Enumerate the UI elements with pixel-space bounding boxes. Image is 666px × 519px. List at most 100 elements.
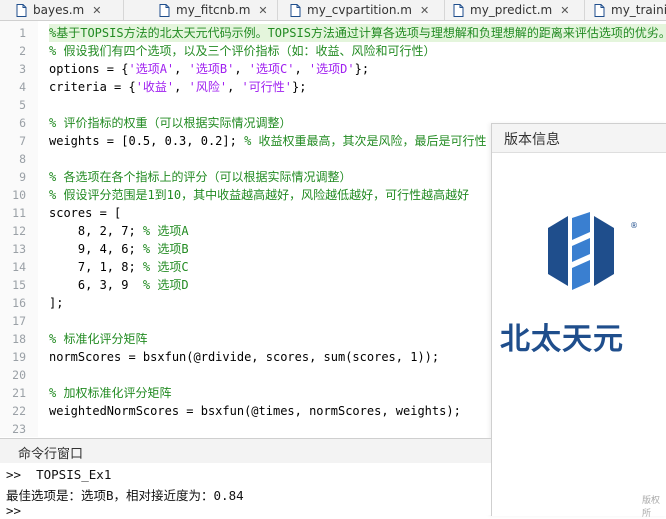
line-number: 15 <box>12 278 26 292</box>
copyright-text: 版权所 <box>642 496 661 519</box>
code-token: , <box>174 62 189 76</box>
code-comment: % 选项D <box>142 278 189 292</box>
tab-my-predict[interactable]: my_predict.m ✕ <box>447 0 585 20</box>
code-line[interactable]: 1 %基于TOPSIS方法的北太天元代码示例。TOPSIS方法通过计算各选项与理想… <box>0 24 666 42</box>
code-token: }; <box>291 80 307 94</box>
line-number: 5 <box>19 98 26 112</box>
code-token: scores = [ <box>49 206 122 220</box>
code-text: 6, 3, 9 % 选项D <box>49 276 189 294</box>
code-text: % 加权标准化评分矩阵 <box>49 384 171 402</box>
line-number: 13 <box>12 242 26 256</box>
code-text: % 各选项在各个指标上的评分（可以根据实际情况调整） <box>49 168 351 186</box>
tab-my-fitcnb[interactable]: my_fitcnb.m ✕ <box>153 0 278 20</box>
tab-label: bayes.m <box>33 3 85 17</box>
editor-tab-bar: bayes.m ✕ my_fitcnb.m ✕ my_cvpartition.m… <box>0 0 666 21</box>
line-number: 7 <box>19 134 26 148</box>
code-token: 8, 2, 7; <box>49 224 143 238</box>
code-token: weights = [0.5, 0.3, 0.2]; <box>49 134 245 148</box>
command-window[interactable]: >> TOPSIS_Ex1 最佳选项是：选项B，相对接近度为：0.84 >> <box>0 463 491 518</box>
close-icon[interactable]: ✕ <box>420 4 429 17</box>
code-comment: % 各选项在各个指标上的评分（可以根据实际情况调整） <box>49 170 352 184</box>
baltamatica-logo-icon <box>548 212 614 290</box>
close-icon[interactable]: ✕ <box>92 4 101 17</box>
code-line[interactable]: 4 criteria = {'收益', '风险', '可行性'}; <box>0 78 666 96</box>
code-token: }; <box>354 62 370 76</box>
tab-my-cvpartition[interactable]: my_cvpartition.m ✕ <box>284 0 445 20</box>
command-window-header: 命令行窗口 <box>0 438 491 464</box>
code-text: % 假设评分范围是1到10，其中收益越高越好，风险越低越好，可行性越高越好 <box>49 186 469 204</box>
code-comment: % 收益权重最高，其次是风险，最后是可行性 <box>244 134 487 148</box>
code-comment: % 标准化评分矩阵 <box>49 332 148 346</box>
code-string: '选项C' <box>248 62 295 76</box>
code-text: normScores = bsxfun(@rdivide, scores, su… <box>49 348 439 366</box>
code-line[interactable]: 3 options = {'选项A', '选项B', '选项C', '选项D'}; <box>0 60 666 78</box>
line-number: 20 <box>12 368 26 382</box>
file-icon <box>453 3 464 17</box>
tab-label: my_traini <box>611 3 666 17</box>
version-info-header: 版本信息 <box>492 124 666 153</box>
version-info-title: 版本信息 <box>504 132 560 148</box>
close-icon[interactable]: ✕ <box>258 4 267 17</box>
code-comment: % 选项B <box>142 242 189 256</box>
line-number: 23 <box>12 422 26 436</box>
code-token: , <box>227 80 242 94</box>
command-window-title: 命令行窗口 <box>18 447 84 462</box>
line-number: 21 <box>12 386 26 400</box>
code-token: ]; <box>49 296 64 310</box>
code-token: 9, 4, 6; <box>49 242 143 256</box>
code-comment: % 选项C <box>142 260 189 274</box>
code-comment: % 加权标准化评分矩阵 <box>49 386 172 400</box>
file-icon <box>159 3 170 17</box>
line-number: 3 <box>19 62 26 76</box>
close-icon[interactable]: ✕ <box>560 4 569 17</box>
code-token: , <box>234 62 249 76</box>
code-comment: % 假设我们有四个选项，以及三个评价指标（如：收益、风险和可行性） <box>49 44 436 58</box>
code-line[interactable]: 5 <box>0 96 666 114</box>
line-number: 10 <box>12 188 26 202</box>
brand-name: 北太天元 <box>500 322 624 357</box>
tab-my-train[interactable]: my_traini <box>588 0 666 20</box>
line-number: 14 <box>12 260 26 274</box>
code-string: '风险' <box>188 80 228 94</box>
code-text: %基于TOPSIS方法的北太天元代码示例。TOPSIS方法通过计算各选项与理想解… <box>49 24 666 42</box>
version-info-panel: 版本信息 ® 北太天元 版权所 <box>491 123 666 519</box>
registered-mark: ® <box>630 221 638 230</box>
file-icon <box>16 3 27 17</box>
file-icon <box>290 3 301 17</box>
code-token: , <box>174 80 189 94</box>
line-number: 4 <box>19 80 26 94</box>
code-line[interactable]: 2 % 假设我们有四个选项，以及三个评价指标（如：收益、风险和可行性） <box>0 42 666 60</box>
tab-label: my_fitcnb.m <box>176 3 251 17</box>
code-string: '选项D' <box>308 62 355 76</box>
code-token: criteria = { <box>49 80 136 94</box>
line-number: 2 <box>19 44 26 58</box>
line-number: 22 <box>12 404 26 418</box>
code-token: weightedNormScores = bsxfun(@times, norm… <box>49 404 461 418</box>
code-text: % 假设我们有四个选项，以及三个评价指标（如：收益、风险和可行性） <box>49 42 435 60</box>
code-text: options = {'选项A', '选项B', '选项C', '选项D'}; <box>49 60 369 78</box>
code-text: weights = [0.5, 0.3, 0.2]; % 收益权重最高，其次是风… <box>49 132 487 150</box>
line-number: 8 <box>19 152 26 166</box>
code-token: 6, 3, 9 <box>49 278 143 292</box>
code-text: scores = [ <box>49 204 121 222</box>
code-string: '可行性' <box>241 80 292 94</box>
code-comment: % 假设评分范围是1到10，其中收益越高越好，风险越低越好，可行性越高越好 <box>49 188 470 202</box>
code-comment: %基于TOPSIS方法的北太天元代码示例。TOPSIS方法通过计算各选项与理想解… <box>49 26 666 40</box>
line-number: 16 <box>12 296 26 310</box>
file-icon <box>594 3 605 17</box>
command-line: >> TOPSIS_Ex1 <box>6 467 112 482</box>
line-number: 1 <box>19 26 26 40</box>
code-text: 7, 1, 8; % 选项C <box>49 258 189 276</box>
code-token: , <box>294 62 309 76</box>
tab-bayes[interactable]: bayes.m ✕ <box>10 0 124 20</box>
command-prompt[interactable]: >> <box>6 503 21 518</box>
line-number: 18 <box>12 332 26 346</box>
code-text: % 评价指标的权重（可以根据实际情况调整） <box>49 114 291 132</box>
code-text: 9, 4, 6; % 选项B <box>49 240 189 258</box>
code-string: '选项B' <box>188 62 235 76</box>
command-output: 最佳选项是：选项B，相对接近度为：0.84 <box>6 488 244 503</box>
code-comment: % 选项A <box>142 224 189 238</box>
code-token: options = { <box>49 62 129 76</box>
line-number: 17 <box>12 314 26 328</box>
code-string: '收益' <box>135 80 175 94</box>
